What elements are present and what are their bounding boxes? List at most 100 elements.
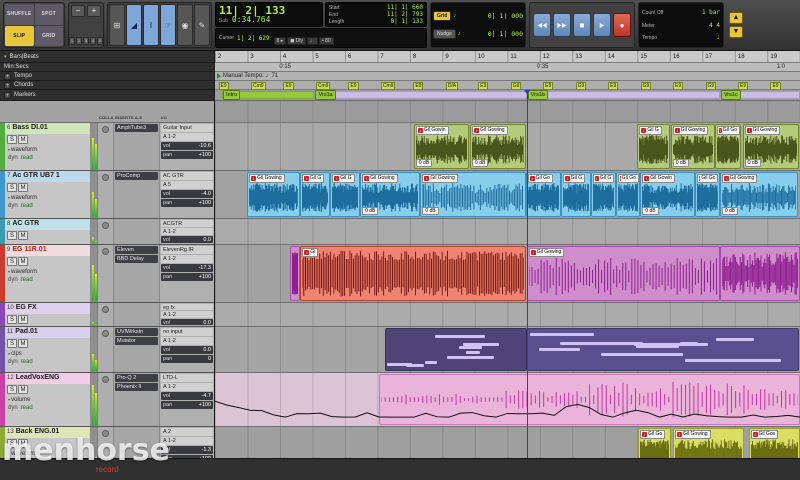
chord-label[interactable]: E9	[283, 82, 293, 90]
audio-clip[interactable]	[720, 246, 800, 301]
solo-button[interactable]: S	[7, 257, 17, 266]
add-chords-button[interactable]: +	[4, 82, 11, 89]
play-button[interactable]: ▶	[593, 13, 611, 37]
volume-readout[interactable]: vol0.0	[161, 236, 213, 243]
io-output[interactable]: A 1-2	[161, 255, 213, 263]
status-chip[interactable]: 8 ▸	[274, 37, 287, 45]
collab-icon[interactable]	[102, 330, 109, 337]
scrubber-tool-icon[interactable]: ◉	[177, 4, 193, 46]
volume-readout[interactable]: vol-4.7	[161, 392, 213, 400]
volume-readout[interactable]: vol-17.3	[161, 264, 213, 272]
trim-tool-icon[interactable]: ◢	[126, 4, 142, 46]
automation-mode-selector[interactable]: dynread	[5, 404, 90, 413]
ruler-label-barsbeats[interactable]: ▾Bars|Beats	[0, 51, 214, 63]
volume-readout[interactable]: vol0.0	[161, 346, 213, 354]
track-name[interactable]: 6Bass DI.01	[5, 123, 90, 134]
audio-clip[interactable]: iGil Gowing-2.5 dB	[673, 428, 744, 458]
track-name[interactable]: 7Ac GTR UB7 1	[5, 171, 90, 182]
chord-label[interactable]: G9	[706, 82, 717, 90]
add-markers-button[interactable]: +	[4, 92, 11, 99]
mute-button[interactable]: M	[18, 385, 28, 394]
audio-clip[interactable]: iGil Gowing	[247, 172, 300, 217]
zoom-tool-icon[interactable]: ⊞	[109, 4, 125, 46]
audio-clip[interactable]: iGil Gowing	[527, 246, 720, 301]
zoom-preset-button[interactable]: 2	[76, 37, 82, 45]
insert-plugin[interactable]: ProComp	[115, 172, 158, 180]
io-output[interactable]: A 1-2	[161, 437, 213, 445]
volume-readout[interactable]: vol-4.0	[161, 190, 213, 198]
track-view-selector[interactable]: waveform	[5, 449, 90, 458]
audio-clip[interactable]: iGil Gowing0 dB	[743, 124, 799, 169]
automation-mode-selector[interactable]: dynread	[5, 276, 90, 285]
bars-beats-ruler[interactable]: 2345678910111213141516171819	[215, 51, 800, 63]
automation-mode-selector[interactable]: dynread	[5, 202, 90, 211]
audio-clip[interactable]: iGil Gowing0 dB	[360, 172, 420, 217]
chord-label[interactable]: G9	[511, 82, 522, 90]
track-name[interactable]: 12LeadVoxENG	[5, 373, 90, 384]
zoom-preset-button[interactable]: 4	[90, 37, 96, 45]
audio-clip[interactable]: iGil Gowing0 dB	[671, 124, 715, 169]
midi-clip[interactable]	[527, 328, 800, 371]
insert-plugin[interactable]: Phoenix II	[115, 383, 158, 391]
solo-button[interactable]: S	[7, 135, 17, 144]
io-input[interactable]: Guitar Input	[161, 124, 213, 132]
up-arrow-button[interactable]: ▲	[729, 12, 743, 24]
add-tempo-button[interactable]: +	[4, 73, 11, 80]
solo-button[interactable]: S	[7, 439, 17, 448]
zoom-preset-button[interactable]: 1	[69, 37, 75, 45]
track-row[interactable]: 7Ac GTR UB7 1SMwaveformdynreadProCompAC …	[0, 171, 214, 219]
insert-plugin[interactable]: AmpliTube3	[115, 124, 158, 132]
io-output[interactable]: A 1-2	[161, 133, 213, 141]
io-input[interactable]: ElevenRg.IR	[161, 246, 213, 254]
mute-button[interactable]: M	[18, 231, 28, 240]
chord-label[interactable]: E9	[543, 82, 553, 90]
nudge-button[interactable]: Nudge	[433, 29, 456, 39]
mute-button[interactable]: M	[18, 183, 28, 192]
audio-clip[interactable]: iGil Gowing0 dB	[470, 124, 526, 169]
pan-readout[interactable]: pan+100	[161, 273, 213, 281]
stop-button[interactable]: ◼	[573, 13, 591, 37]
track-view-selector[interactable]: clps	[5, 349, 90, 358]
pan-readout[interactable]: pan+100	[161, 151, 213, 159]
track-row[interactable]: 10EG FXSMeg fxA 1-2vol0.0	[0, 303, 214, 327]
audio-clip[interactable]: iGil G	[637, 124, 670, 169]
audio-clip[interactable]: iGil G	[330, 172, 360, 217]
io-input[interactable]: ACGTR	[161, 220, 213, 227]
audio-clip[interactable]: iGil Gowin0 dB	[414, 124, 470, 169]
chord-label[interactable]: E9	[738, 82, 748, 90]
volume-readout[interactable]: vol0.0	[161, 319, 213, 325]
fast-forward-button[interactable]: ▶▶	[553, 13, 571, 37]
track-name[interactable]: 10EG FX	[5, 303, 90, 314]
track-view-selector[interactable]: volume	[5, 395, 90, 404]
audio-clip[interactable]: iGil G	[561, 172, 591, 217]
mute-button[interactable]: M	[18, 135, 28, 144]
chord-label[interactable]: D/A	[446, 82, 458, 90]
nudge-value[interactable]: 0| 1| 000	[488, 30, 523, 38]
status-chip[interactable]: ♩	[307, 37, 318, 45]
insert-plugin[interactable]: Pro-Q 2	[115, 374, 158, 382]
insert-plugin[interactable]: BBD Delay	[115, 255, 158, 263]
audio-clip[interactable]: iGi	[300, 246, 526, 301]
audio-clip[interactable]: iGil G	[591, 172, 616, 217]
io-output[interactable]: A 1-2	[161, 383, 213, 391]
track-name[interactable]: 8AC GTR	[5, 219, 90, 230]
midi-clip[interactable]	[385, 328, 527, 371]
collab-icon[interactable]	[102, 376, 109, 383]
chord-label[interactable]: Cm9	[316, 82, 331, 90]
selector-tool-icon[interactable]: I	[143, 4, 159, 46]
audio-clip[interactable]: iGil Go	[695, 172, 720, 217]
io-input[interactable]: AC GTR	[161, 172, 213, 180]
track-row[interactable]: 8AC GTRSMACGTRA 1-2vol0.0	[0, 219, 214, 245]
marker-segment[interactable]: Vrs1c	[720, 91, 800, 99]
solo-button[interactable]: S	[7, 231, 17, 240]
status-chip[interactable]: ◼ Dly	[287, 37, 306, 45]
selection-value[interactable]: 11| 2| 793	[387, 11, 423, 18]
playhead[interactable]	[527, 90, 528, 458]
track-view-selector[interactable]: waveform	[5, 145, 90, 154]
io-input[interactable]: eg fx	[161, 304, 213, 310]
audio-clip[interactable]: iGil Gowing0 dB	[720, 172, 798, 217]
chord-label[interactable]: E9	[770, 82, 780, 90]
track-view-selector[interactable]: waveform	[5, 267, 90, 276]
audio-clip[interactable]	[290, 246, 301, 301]
marker-segment[interactable]: Vrs1a	[314, 91, 526, 99]
